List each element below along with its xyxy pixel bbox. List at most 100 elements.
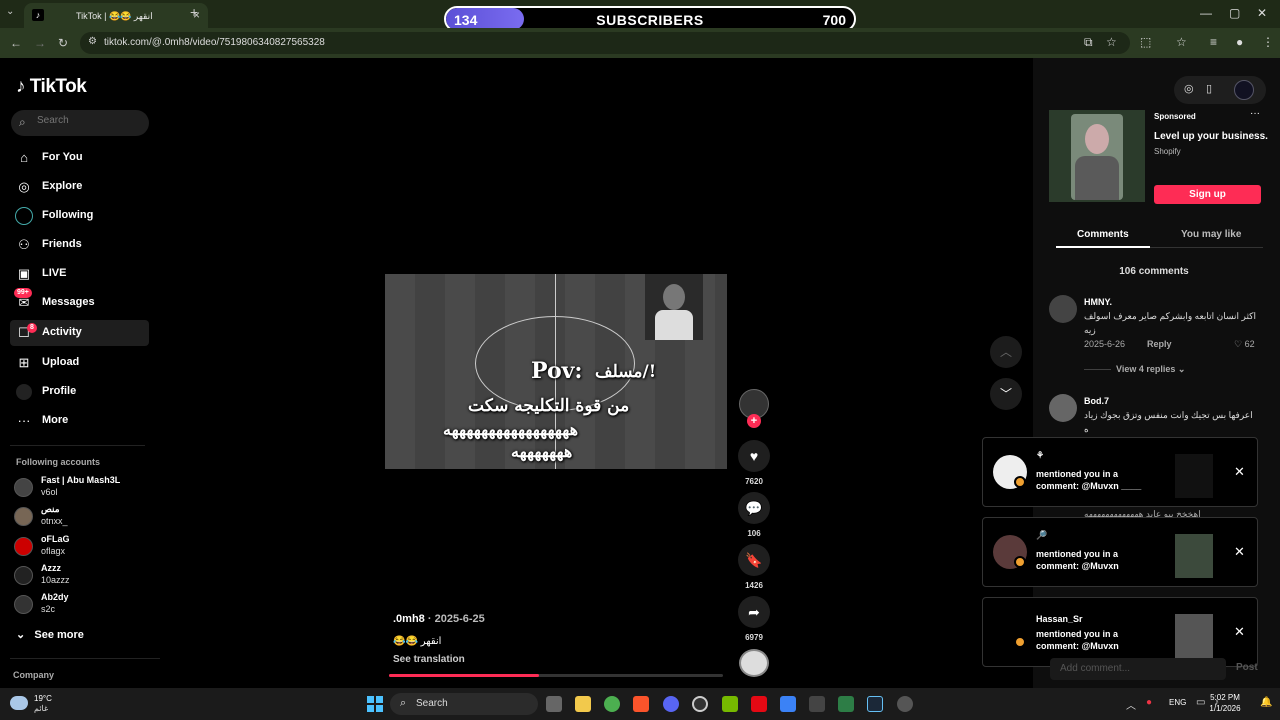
netflix-icon[interactable]	[751, 696, 767, 712]
account-item[interactable]: Ab2dy s2c	[14, 592, 154, 618]
file-explorer-icon[interactable]	[575, 696, 591, 712]
clock-time[interactable]: 5:02 PM	[1205, 693, 1245, 702]
windows-start-icon[interactable]	[367, 696, 383, 712]
post-comment-button[interactable]: Post	[1236, 662, 1258, 673]
brave-icon[interactable]	[633, 696, 649, 712]
view-replies-link[interactable]: ——— View 4 replies ⌄	[1084, 364, 1185, 375]
account-item[interactable]: منص otnxx_	[14, 504, 154, 530]
favorites-icon[interactable]: ☆	[1176, 35, 1187, 49]
compass-icon[interactable]: ◎	[1184, 82, 1194, 95]
microphone-icon[interactable]: ●	[1146, 697, 1152, 708]
see-more-link[interactable]: ⌄ See more	[16, 628, 84, 641]
tiktok-logo[interactable]: ♪ TikTok	[16, 76, 87, 98]
close-icon[interactable]: ✕	[1234, 624, 1245, 640]
comment-like-button[interactable]: ♡ 62	[1234, 339, 1255, 350]
browser-tab-tiktok[interactable]: ♪ TikTok | 😂😂 انقهر ×	[24, 3, 208, 28]
back-arrow-icon[interactable]: ←	[10, 36, 22, 50]
mention-notification[interactable]: 🔎 mentioned you in a comment: @Muvxn ✕	[982, 517, 1258, 587]
nav-messages[interactable]: ✉ 99+ Messages	[10, 288, 149, 316]
minimize-window-icon[interactable]: —	[1200, 6, 1212, 20]
browser-menu-icon[interactable]: ⋮	[1262, 35, 1274, 49]
previous-video-chevron-up-icon[interactable]: ︿	[990, 336, 1022, 368]
save-button[interactable]: 🔖 1426	[738, 544, 770, 590]
site-info-icon[interactable]: ⚙	[88, 36, 97, 47]
user-avatar[interactable]	[1234, 80, 1254, 100]
taskbar-search[interactable]: ⌕ Search	[390, 693, 538, 715]
tab-search-dropdown-icon[interactable]: ⌄	[6, 6, 14, 17]
see-translation-link[interactable]: See translation	[393, 654, 465, 665]
account-item[interactable]: oFLaG oflagx	[14, 534, 154, 560]
nav-profile[interactable]: Profile	[10, 379, 149, 405]
follow-plus-icon[interactable]: +	[747, 414, 761, 428]
weather-temperature[interactable]: 19°C	[34, 694, 52, 703]
music-disc-icon[interactable]	[739, 649, 769, 677]
video-author[interactable]: .0mh8 · 2025-6-25	[393, 613, 485, 625]
search-input[interactable]	[37, 115, 137, 126]
nav-upload[interactable]: ⊞ Upload	[10, 350, 149, 376]
bookmark-star-icon[interactable]: ☆	[1106, 35, 1117, 49]
chrome-icon[interactable]	[604, 696, 620, 712]
maximize-window-icon[interactable]: ▢	[1229, 6, 1240, 20]
mention-notification[interactable]: ⚘ mentioned you in a comment: @Muvxn ___…	[982, 437, 1258, 507]
account-item[interactable]: Azzz 10azzz	[14, 563, 154, 589]
mention-notification[interactable]: Hassan_Sr mentioned you in a comment: @M…	[982, 597, 1258, 667]
profile-avatar-icon[interactable]: ●	[1236, 35, 1243, 49]
weather-cloud-icon[interactable]	[10, 696, 28, 710]
video-progress-bar[interactable]	[389, 674, 723, 677]
device-icon[interactable]: ▯	[1206, 82, 1212, 95]
clock-date[interactable]: 1/1/2026	[1205, 704, 1245, 713]
task-view-icon[interactable]	[546, 696, 562, 712]
new-tab-plus-icon[interactable]: +	[190, 4, 198, 20]
nav-for-you[interactable]: ⌂ For You	[10, 145, 149, 171]
nav-more[interactable]: ··· More	[10, 408, 149, 434]
tray-chevron-up-icon[interactable]: ︿	[1126, 697, 1136, 712]
tab-you-may-like[interactable]: You may like	[1181, 229, 1241, 240]
close-icon[interactable]: ✕	[1234, 464, 1245, 480]
account-item[interactable]: Fast | Abu Mash3L v6ol	[14, 475, 154, 501]
reply-link[interactable]: Reply	[1147, 339, 1172, 349]
extensions-icon[interactable]: ⬚	[1140, 35, 1151, 49]
video-player[interactable]: Pov: مسلف/! من قوة التكليجه سكت هههههههه…	[385, 274, 727, 469]
like-button[interactable]: ♥ 7620	[738, 440, 770, 486]
next-video-chevron-down-icon[interactable]: ﹀	[990, 378, 1022, 410]
nav-friends[interactable]: ⚇ Friends	[10, 232, 149, 258]
ad-thumbnail[interactable]	[1049, 110, 1145, 202]
language-indicator[interactable]: ENG	[1169, 698, 1186, 707]
commenter-avatar[interactable]	[1049, 394, 1077, 422]
ad-signup-button[interactable]: Sign up	[1154, 185, 1261, 204]
app-icon[interactable]	[780, 696, 796, 712]
ad-more-options-icon[interactable]: ···	[1250, 108, 1260, 119]
reload-icon[interactable]: ↻	[58, 36, 68, 50]
video-description: 😂😂 انقهر	[393, 636, 442, 647]
save-count: 1426	[745, 581, 763, 590]
forward-arrow-icon[interactable]: →	[34, 36, 46, 50]
app-icon[interactable]	[897, 696, 913, 712]
xbox-icon[interactable]	[838, 696, 854, 712]
close-icon[interactable]: ✕	[1234, 544, 1245, 560]
app-icon[interactable]	[809, 696, 825, 712]
discord-icon[interactable]	[663, 696, 679, 712]
reading-list-icon[interactable]: ≡	[1210, 35, 1217, 49]
company-link[interactable]: Company	[13, 670, 54, 680]
add-comment-input[interactable]: Add comment...	[1050, 658, 1226, 680]
nav-explore[interactable]: ◎ Explore	[10, 174, 149, 200]
steam-icon[interactable]	[867, 696, 883, 712]
url-text[interactable]: tiktok.com/@.0mh8/video/7519806340827565…	[104, 37, 325, 48]
nav-activity[interactable]: ☐ 8 Activity	[10, 320, 149, 346]
nvidia-icon[interactable]	[722, 696, 738, 712]
address-bar[interactable]: ⚙ tiktok.com/@.0mh8/video/75198063408275…	[80, 32, 1130, 54]
obs-icon[interactable]	[692, 696, 708, 712]
following-accounts-header: Following accounts	[16, 457, 101, 467]
commenter-avatar[interactable]	[1049, 295, 1077, 323]
nav-following[interactable]: Following	[10, 203, 149, 229]
tab-comments[interactable]: Comments	[1077, 229, 1129, 240]
commenter-name[interactable]: HMNY.	[1084, 297, 1112, 307]
notifications-bell-icon[interactable]: 🔔	[1260, 697, 1272, 708]
comment-button[interactable]: 💬 106	[738, 492, 770, 538]
commenter-name[interactable]: Bod.7	[1084, 396, 1109, 406]
close-window-icon[interactable]: ✕	[1257, 6, 1267, 20]
share-button[interactable]: ➦ 6979	[738, 596, 770, 642]
search-box[interactable]: ⌕	[11, 110, 149, 136]
nav-live[interactable]: ▣ LIVE	[10, 261, 149, 287]
install-app-icon[interactable]: ⧉	[1084, 35, 1093, 50]
